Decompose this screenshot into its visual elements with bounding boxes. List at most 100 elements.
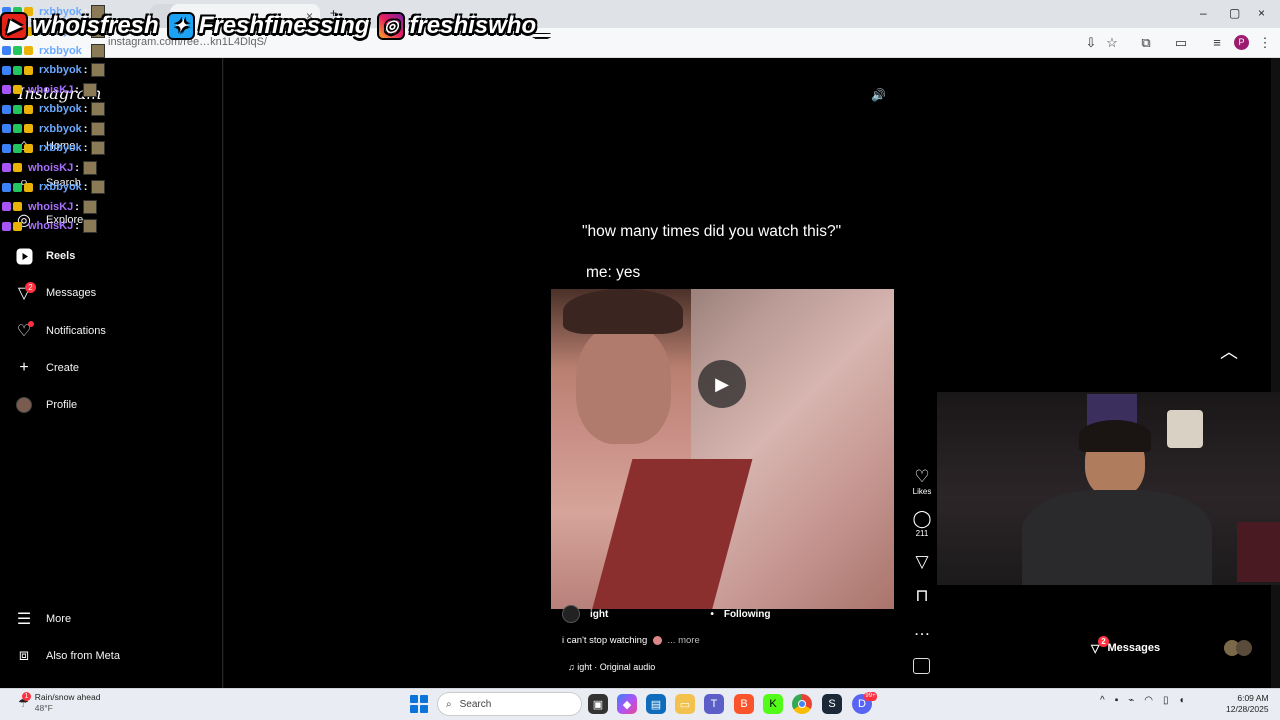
microphone-icon[interactable]: ▯ [1163, 695, 1169, 706]
audio-thumbnail-icon[interactable] [913, 658, 930, 674]
volume-icon[interactable]: 🔊 [871, 88, 886, 102]
chat-badge-icon [2, 104, 11, 114]
wifi-icon[interactable]: ◠ [1144, 695, 1153, 706]
webcam-decor [1237, 522, 1280, 582]
sidebar-item-create[interactable]: + Create [14, 354, 79, 382]
chat-colon: : [75, 220, 79, 233]
chat-badge-icon [2, 46, 11, 56]
chat-username[interactable]: rxbbyok [39, 123, 82, 135]
webcam-decor [1167, 410, 1203, 448]
chat-message: rxbbyok: [2, 139, 112, 159]
webcam-overlay [937, 392, 1280, 585]
chrome-icon[interactable] [792, 694, 812, 714]
start-button[interactable] [410, 695, 428, 713]
scrollbar[interactable] [1271, 58, 1280, 688]
share-button[interactable]: ▽ [907, 552, 937, 572]
send-icon: ▽ [915, 552, 929, 571]
teams-icon[interactable]: T [704, 694, 724, 714]
media-control-icon[interactable]: ≡ [1208, 34, 1226, 52]
chat-username[interactable]: rxbbyok [39, 64, 82, 76]
chat-emote-icon [91, 141, 106, 156]
chat-badge-icon [13, 163, 22, 173]
comment-button[interactable]: ◯ 211 [907, 509, 937, 538]
reel-audio[interactable]: ♫ ight · Original audio [568, 662, 655, 672]
chat-badge-icon [13, 221, 22, 231]
discord-badge: 99+ [864, 692, 877, 701]
sidebar-item-also-from-meta[interactable]: ⧈ Also from Meta [14, 642, 120, 670]
steam-icon[interactable]: S [822, 694, 842, 714]
close-window-button[interactable]: × [1258, 6, 1265, 20]
store-icon[interactable]: ▤ [646, 694, 666, 714]
chevron-up-icon[interactable]: ︿ [1220, 338, 1238, 364]
taskbar-search[interactable]: ⌕ Search [437, 692, 582, 716]
chat-username[interactable]: rxbbyok [39, 181, 82, 193]
install-app-icon[interactable]: ⇩ [1082, 34, 1100, 52]
chat-colon: : [83, 142, 88, 155]
chat-colon: : [83, 122, 88, 135]
chat-badge-icon [24, 46, 33, 56]
notification-dot [28, 321, 34, 327]
minimize-button[interactable]: – [1200, 6, 1207, 20]
brave-icon[interactable]: B [734, 694, 754, 714]
chat-username[interactable]: whoisKJ [28, 220, 73, 232]
reel-video[interactable] [551, 289, 894, 609]
chat-badge-icon [2, 85, 11, 95]
copilot-icon[interactable]: ◆ [617, 694, 637, 714]
network-icon[interactable]: ⌁ [1128, 695, 1134, 706]
chat-colon: : [83, 64, 88, 77]
app-tray-icon[interactable]: ▪ [1115, 695, 1119, 706]
audio-label: ight · Original audio [577, 662, 656, 672]
split-view-icon[interactable]: ▭ [1172, 34, 1190, 52]
chat-username[interactable]: whoisKJ [28, 162, 73, 174]
chevron-up-icon[interactable]: ^ [1100, 695, 1105, 706]
chat-badge-icon [2, 143, 11, 153]
chat-message: rxbbyok: [2, 119, 112, 139]
chat-emote-icon [82, 160, 97, 175]
heart-icon: ♡ [914, 467, 930, 486]
profile-avatar[interactable]: P [1234, 35, 1249, 50]
video-face [576, 324, 671, 444]
chat-username[interactable]: rxbbyok [39, 103, 82, 115]
task-view-icon[interactable]: ▣ [588, 694, 608, 714]
reel-caption-line2: me: yes [586, 264, 641, 281]
sidebar-item-reels[interactable]: Reels [14, 242, 75, 270]
clock-time: 6:09 AM [1237, 693, 1269, 703]
save-button[interactable]: ⊓ [907, 586, 937, 606]
play-button[interactable]: ▶ [698, 360, 746, 408]
emoji-icon [652, 635, 662, 645]
reel-top-caption-area [551, 80, 894, 289]
chat-badge-icon [24, 124, 33, 134]
bookmark-star-icon[interactable]: ☆ [1103, 34, 1121, 52]
sidebar-item-more[interactable]: ☰ More [14, 605, 71, 633]
chat-emote-icon [91, 43, 106, 58]
following-button[interactable]: Following [724, 609, 771, 620]
instagram-icon: ◎ [377, 12, 406, 40]
weather-temp: 48°F [34, 703, 53, 713]
messages-pill[interactable]: ▽ 2 Messages [1091, 635, 1253, 656]
author-name[interactable]: ight [590, 609, 608, 620]
volume-icon[interactable]: ◖ [1179, 695, 1185, 706]
reel-author-row: ight • Following [562, 605, 771, 623]
author-avatar[interactable] [562, 605, 580, 623]
kick-icon[interactable]: K [763, 694, 783, 714]
file-explorer-icon[interactable]: ▭ [675, 694, 695, 714]
chat-emote-icon [91, 180, 106, 195]
separator-dot: • [710, 608, 714, 620]
like-button[interactable]: ♡ Likes [907, 467, 937, 496]
chat-username[interactable]: rxbbyok [39, 45, 82, 57]
more-options-button[interactable]: … [907, 620, 937, 640]
chat-colon: : [83, 103, 88, 116]
chat-colon: : [75, 83, 79, 96]
browser-menu-icon[interactable]: ⋮ [1256, 34, 1274, 52]
sidebar-item-profile[interactable]: Profile [14, 391, 77, 419]
system-tray: ^ ▪ ⌁ ◠ ▯ ◖ [1100, 695, 1185, 706]
extensions-icon[interactable]: ⧉ [1137, 34, 1155, 52]
more-link[interactable]: ... more [668, 635, 700, 646]
taskbar-clock[interactable]: 6:09 AM 12/28/2025 [1226, 693, 1269, 715]
chat-username[interactable]: whoisKJ [28, 84, 73, 96]
maximize-button[interactable]: ▢ [1229, 6, 1240, 20]
chat-username[interactable]: rxbbyok [39, 142, 82, 154]
sidebar-item-label: Profile [46, 399, 78, 411]
weather-widget[interactable]: ☂ 1 Rain/snow ahead 48°F [18, 692, 100, 714]
chat-username[interactable]: whoisKJ [28, 201, 73, 213]
